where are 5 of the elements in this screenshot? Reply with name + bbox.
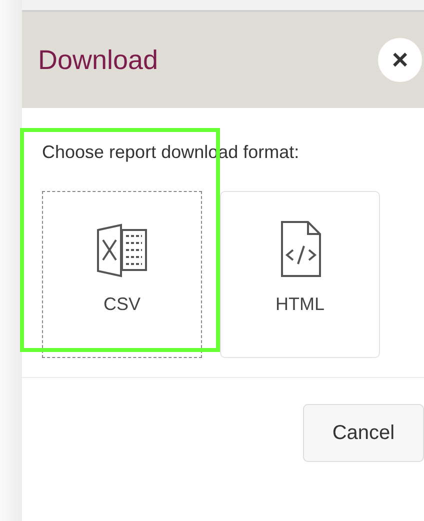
cancel-button[interactable]: Cancel [303,404,424,462]
format-option[interactable]: HTML [220,191,380,358]
close-button[interactable]: × [378,38,422,82]
dialog-title: Download [38,44,158,76]
format-option[interactable]: CSV [42,191,202,358]
